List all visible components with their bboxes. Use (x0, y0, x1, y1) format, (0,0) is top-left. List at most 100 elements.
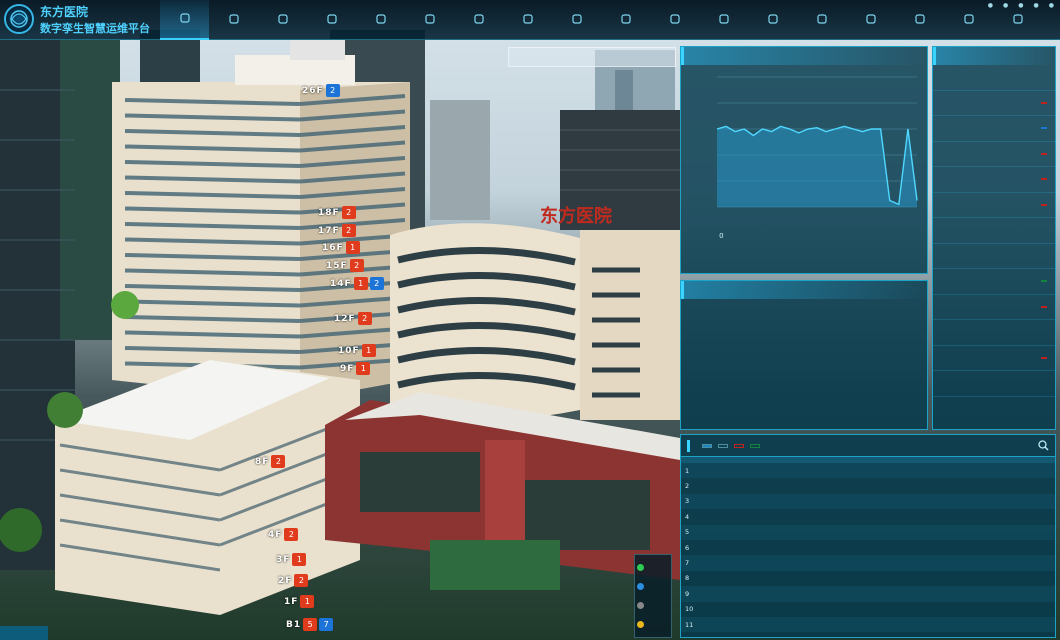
alarm-count-badge[interactable]: 2 (349, 259, 364, 272)
nav-item[interactable] (895, 0, 944, 40)
table-row[interactable]: 5 (681, 524, 1055, 540)
status-item-icon[interactable]: ● (1003, 2, 1008, 9)
nav-module-icon (277, 14, 288, 24)
alarm-list-item[interactable] (933, 269, 1055, 295)
table-row[interactable]: 3 (681, 493, 1055, 510)
floor-marker[interactable]: 15F 2 (326, 259, 364, 272)
table-cell (842, 586, 896, 602)
alarm-count-badge[interactable]: 7 (319, 618, 334, 631)
alarm-list-item[interactable] (933, 116, 1055, 142)
floor-marker[interactable]: 16F 1 (322, 241, 360, 254)
status-item-icon[interactable]: ● (1049, 2, 1054, 9)
nav-item[interactable] (356, 0, 405, 40)
alarm-count-badge[interactable]: 2 (284, 528, 299, 541)
alarm-list-item[interactable] (933, 218, 1055, 244)
floor-marker[interactable]: 3F 1 (276, 553, 307, 566)
table-cell (949, 509, 1002, 524)
nav-item[interactable] (454, 0, 503, 40)
nav-item[interactable] (160, 0, 209, 40)
floor-marker[interactable]: B1 5 7 (286, 618, 334, 631)
nav-item[interactable] (258, 0, 307, 40)
nav-item[interactable] (503, 0, 552, 40)
alarm-count-badge[interactable]: 1 (345, 241, 360, 254)
alarm-list-item[interactable] (933, 167, 1055, 193)
alarm-count-badge[interactable]: 5 (303, 618, 318, 631)
alarm-list-item[interactable] (933, 65, 1055, 91)
task-tab[interactable] (750, 443, 760, 448)
floor-marker[interactable]: 26F 2 (302, 84, 340, 97)
alarm-list-item[interactable] (933, 295, 1055, 320)
task-tab[interactable] (718, 443, 728, 448)
scene-search-box[interactable] (508, 47, 676, 67)
alarm-list (933, 65, 1055, 397)
legend-item[interactable] (637, 596, 669, 615)
hospital-sign: 东方医院 (540, 205, 612, 227)
table-row[interactable]: 1 (681, 463, 1055, 479)
alarm-list-item[interactable] (933, 142, 1055, 167)
table-row[interactable]: 9 (681, 586, 1055, 602)
nav-item[interactable] (748, 0, 797, 40)
alarm-list-item[interactable] (933, 244, 1055, 269)
legend-item[interactable] (637, 577, 669, 596)
legend-item[interactable] (637, 558, 669, 577)
corner-view-tag[interactable] (0, 626, 48, 640)
floor-marker[interactable]: 1F 1 (284, 595, 315, 608)
alarm-count-badge[interactable]: 2 (325, 84, 340, 97)
floor-marker[interactable]: 9F 1 (340, 362, 371, 375)
nav-item[interactable] (797, 0, 846, 40)
alarm-list-item[interactable] (933, 193, 1055, 218)
table-row[interactable]: 8 (681, 571, 1055, 586)
table-cell (842, 616, 896, 633)
alarm-list-item[interactable] (933, 346, 1055, 371)
table-row[interactable]: 2 (681, 478, 1055, 493)
alarm-count-badge[interactable]: 2 (369, 277, 384, 290)
alarm-count-badge[interactable]: 1 (361, 344, 376, 357)
alarm-list-item[interactable] (933, 320, 1055, 346)
status-item-icon[interactable]: ● (1034, 2, 1039, 9)
alarm-count-badge[interactable]: 2 (271, 455, 286, 468)
table-row[interactable]: 10 (681, 602, 1055, 617)
nav-item[interactable] (650, 0, 699, 40)
floor-marker[interactable]: 12F 2 (334, 312, 372, 325)
table-row[interactable]: 6 (681, 540, 1055, 555)
alarm-list-item[interactable] (933, 91, 1055, 116)
floor-marker[interactable]: 10F 1 (338, 344, 376, 357)
alarm-count-badge[interactable]: 2 (341, 206, 356, 219)
nav-item[interactable] (944, 0, 993, 40)
table-cell (896, 602, 949, 617)
task-tab[interactable] (734, 443, 744, 448)
legend-item[interactable] (637, 615, 669, 634)
nav-item[interactable] (307, 0, 356, 40)
table-cell (789, 540, 842, 555)
table-row[interactable]: 11 (681, 616, 1055, 633)
alarm-count-badge[interactable]: 1 (292, 553, 307, 566)
floor-marker[interactable]: 17F 2 (318, 224, 356, 237)
nav-item[interactable] (552, 0, 601, 40)
alarm-count-badge[interactable]: 1 (356, 362, 371, 375)
alarm-list-item[interactable] (933, 371, 1055, 397)
alarm-count-badge[interactable]: 2 (341, 224, 356, 237)
nav-item[interactable] (846, 0, 895, 40)
alarm-count-badge[interactable]: 1 (300, 595, 315, 608)
nav-item[interactable] (601, 0, 650, 40)
floor-marker[interactable]: 4F 2 (268, 528, 299, 541)
search-icon[interactable] (1038, 440, 1049, 451)
nav-item[interactable] (699, 0, 748, 40)
nav-module-icon (767, 14, 778, 24)
floor-marker[interactable]: 18F 2 (318, 206, 356, 219)
floor-marker[interactable]: 8F 2 (255, 455, 286, 468)
alarm-count-badge[interactable]: 2 (294, 574, 309, 587)
status-item-icon[interactable]: ● (1018, 2, 1023, 9)
task-tab[interactable] (702, 443, 712, 448)
stat-value: 0 (719, 232, 724, 240)
nav-item[interactable] (209, 0, 258, 40)
alarm-count-badge[interactable]: 2 (357, 312, 372, 325)
table-row[interactable]: 7 (681, 555, 1055, 571)
status-item-icon[interactable]: ● (988, 2, 993, 9)
alarm-count-badge[interactable]: 1 (353, 277, 368, 290)
table-row[interactable]: 4 (681, 509, 1055, 524)
floor-marker[interactable]: 2F 2 (278, 574, 309, 587)
monitor-area-chart[interactable] (681, 65, 927, 225)
floor-marker[interactable]: 14F 1 2 (330, 277, 384, 290)
nav-item[interactable] (405, 0, 454, 40)
